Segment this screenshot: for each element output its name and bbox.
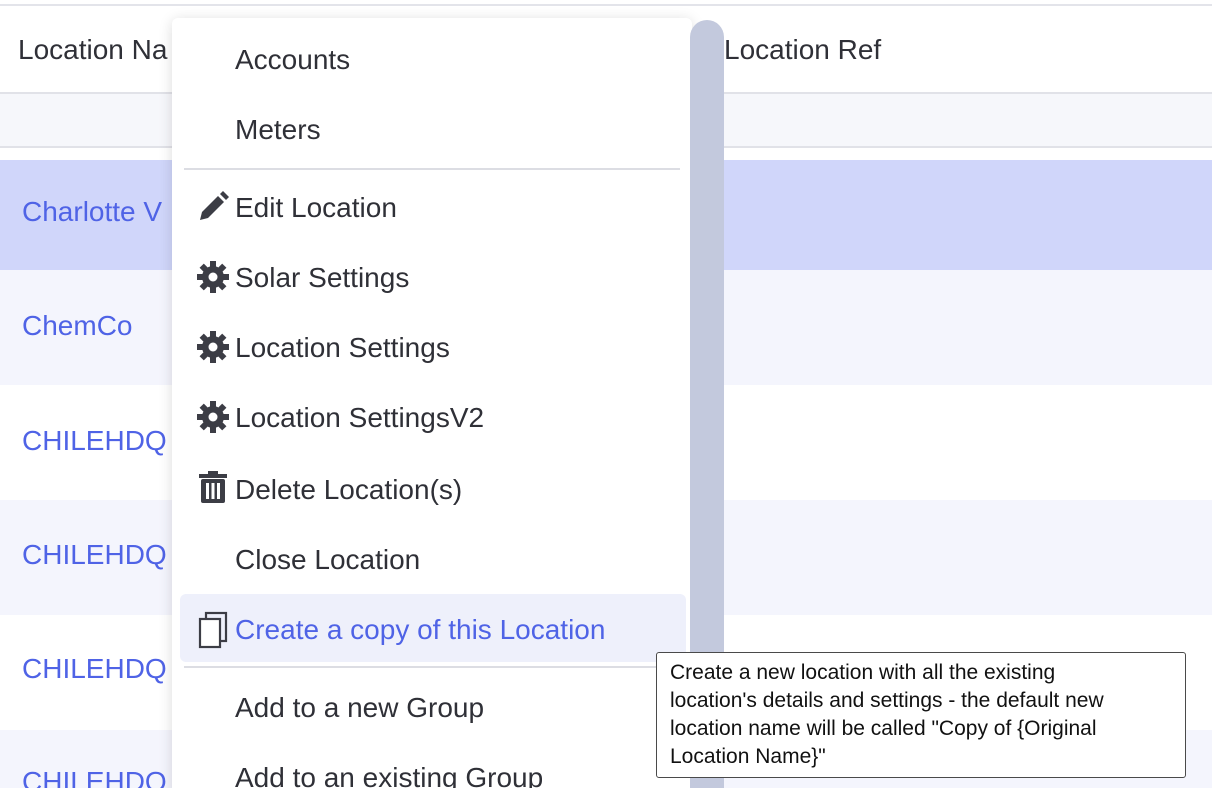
column-header-location-name[interactable]: Location Na	[18, 34, 167, 66]
gear-icon	[196, 330, 230, 364]
tooltip-line: location's details and settings - the de…	[670, 689, 1104, 712]
location-link[interactable]: ChemCo	[22, 310, 132, 342]
gear-icon	[196, 400, 230, 434]
menu-item-add-to-existing-group[interactable]: Add to an existing Group	[180, 744, 686, 788]
menu-divider	[184, 168, 680, 170]
menu-item-label: Create a copy of this Location	[235, 614, 606, 645]
tooltip-line: Location Name}"	[670, 745, 826, 768]
location-link[interactable]: CHILEHDQ	[22, 653, 167, 685]
menu-item-label: Edit Location	[235, 192, 397, 223]
trash-icon	[196, 470, 230, 504]
menu-item-label: Accounts	[235, 44, 351, 75]
location-link[interactable]: CHILEHDQ	[22, 425, 167, 457]
menu-item-label: Add to a new Group	[235, 692, 485, 723]
location-link[interactable]: CHILEHDQ	[22, 766, 167, 788]
menu-item-create-copy[interactable]: Create a copy of this Location	[180, 594, 686, 662]
menu-divider	[184, 666, 680, 668]
menu-item-delete-locations[interactable]: Delete Location(s)	[180, 456, 686, 520]
menu-item-meters[interactable]: Meters	[180, 98, 686, 162]
menu-item-location-settings-v2[interactable]: Location SettingsV2	[180, 386, 686, 450]
tooltip-line: Create a new location with all the exist…	[670, 661, 1056, 684]
menu-item-label: Close Location	[235, 544, 421, 575]
menu-item-label: Location Settings	[235, 332, 450, 363]
column-header-location-ref[interactable]: Location Ref	[724, 34, 881, 66]
pencil-icon	[196, 190, 230, 224]
location-context-menu: Accounts Meters Edit Location Solar Sett…	[172, 18, 692, 788]
menu-item-label: Delete Location(s)	[235, 474, 463, 505]
menu-item-close-location[interactable]: Close Location	[180, 526, 686, 590]
menu-item-label: Meters	[235, 114, 321, 145]
location-link[interactable]: CHILEHDQ	[22, 539, 167, 571]
tooltip-line: location name will be called "Copy of {O…	[670, 717, 1097, 740]
menu-item-label: Location SettingsV2	[235, 402, 485, 433]
menu-item-label: Add to an existing Group	[235, 762, 544, 788]
location-link[interactable]: Charlotte V	[22, 196, 162, 228]
menu-item-accounts[interactable]: Accounts	[180, 28, 686, 92]
create-copy-tooltip: Create a new location with all the exist…	[656, 652, 1186, 778]
gear-icon	[196, 260, 230, 294]
menu-item-label: Solar Settings	[235, 262, 410, 293]
menu-item-add-to-new-group[interactable]: Add to a new Group	[180, 674, 686, 738]
copy-icon	[196, 611, 230, 649]
menu-item-solar-settings[interactable]: Solar Settings	[180, 246, 686, 310]
menu-item-edit-location[interactable]: Edit Location	[180, 176, 686, 240]
menu-item-location-settings[interactable]: Location Settings	[180, 316, 686, 380]
